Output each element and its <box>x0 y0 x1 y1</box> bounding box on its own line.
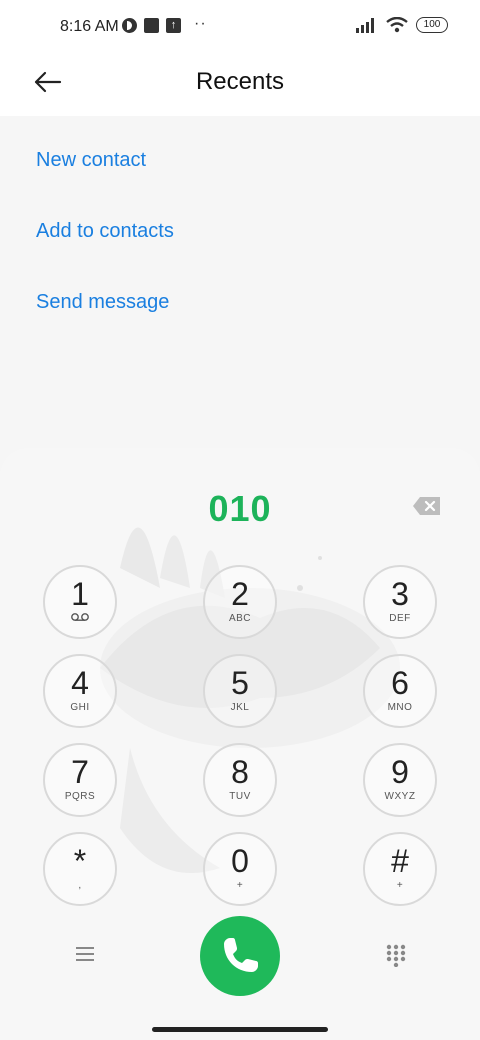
number-actions: New contact Add to contacts Send message <box>0 116 480 476</box>
call-button[interactable] <box>200 916 280 996</box>
status-bar: 8:16 AM ↑ ·· 100 <box>0 0 480 56</box>
page-title: Recents <box>195 68 285 95</box>
key-letters: PQRS <box>64 791 96 802</box>
wifi-icon <box>386 17 408 33</box>
key-1[interactable]: 1 <box>43 565 117 639</box>
backspace-icon[interactable] <box>412 496 442 516</box>
key-star[interactable]: * , <box>43 832 117 906</box>
key-8[interactable]: 8 TUV <box>203 743 277 817</box>
key-digit: 6 <box>391 665 409 701</box>
key-digit: 5 <box>231 665 249 701</box>
key-digit: 4 <box>71 665 89 701</box>
status-time: 8:16 AM <box>60 18 119 35</box>
key-digit: 1 <box>71 576 89 612</box>
key-letters: + <box>236 880 244 891</box>
key-letters: GHI <box>70 702 90 713</box>
menu-icon[interactable] <box>74 944 96 964</box>
key-digit: 8 <box>231 754 249 790</box>
app-circle-icon <box>122 18 137 33</box>
signal-icon <box>356 18 374 33</box>
key-digit: 3 <box>391 576 409 612</box>
key-5[interactable]: 5 JKL <box>203 654 277 728</box>
key-2[interactable]: 2 ABC <box>203 565 277 639</box>
square-icon <box>144 18 159 33</box>
send-message-button[interactable]: Send message <box>36 291 169 314</box>
key-letters: WXYZ <box>384 791 416 802</box>
key-letters: JKL <box>230 702 250 713</box>
key-digit: * <box>73 843 87 879</box>
voicemail-icon <box>71 613 89 621</box>
key-letters: MNO <box>387 702 413 713</box>
status-notification-icons: ↑ ·· <box>122 14 207 33</box>
dialpad-icon[interactable] <box>385 943 407 967</box>
upload-icon: ↑ <box>166 18 181 33</box>
key-letters: + <box>396 880 404 891</box>
key-digit: 9 <box>391 754 409 790</box>
add-to-contacts-button[interactable]: Add to contacts <box>36 220 174 243</box>
key-9[interactable]: 9 WXYZ <box>363 743 437 817</box>
home-indicator[interactable] <box>152 1027 328 1032</box>
key-letters: , <box>78 880 82 891</box>
battery-icon: 100 <box>416 17 448 33</box>
key-hash[interactable]: # + <box>363 832 437 906</box>
key-4[interactable]: 4 GHI <box>43 654 117 728</box>
key-digit: 0 <box>231 843 249 879</box>
key-7[interactable]: 7 PQRS <box>43 743 117 817</box>
key-letters: TUV <box>229 791 251 802</box>
more-dots-icon: ·· <box>194 14 207 32</box>
key-digit: # <box>391 843 409 879</box>
key-letters: DEF <box>389 613 411 624</box>
key-digit: 7 <box>71 754 89 790</box>
key-3[interactable]: 3 DEF <box>363 565 437 639</box>
key-6[interactable]: 6 MNO <box>363 654 437 728</box>
key-letters: ABC <box>228 613 252 624</box>
status-system-icons: 100 <box>356 17 448 33</box>
header: Recents <box>0 56 480 116</box>
new-contact-button[interactable]: New contact <box>36 149 146 172</box>
phone-icon <box>224 938 258 972</box>
dialed-number: 010 <box>208 488 272 529</box>
key-0[interactable]: 0 + <box>203 832 277 906</box>
key-digit: 2 <box>231 576 249 612</box>
